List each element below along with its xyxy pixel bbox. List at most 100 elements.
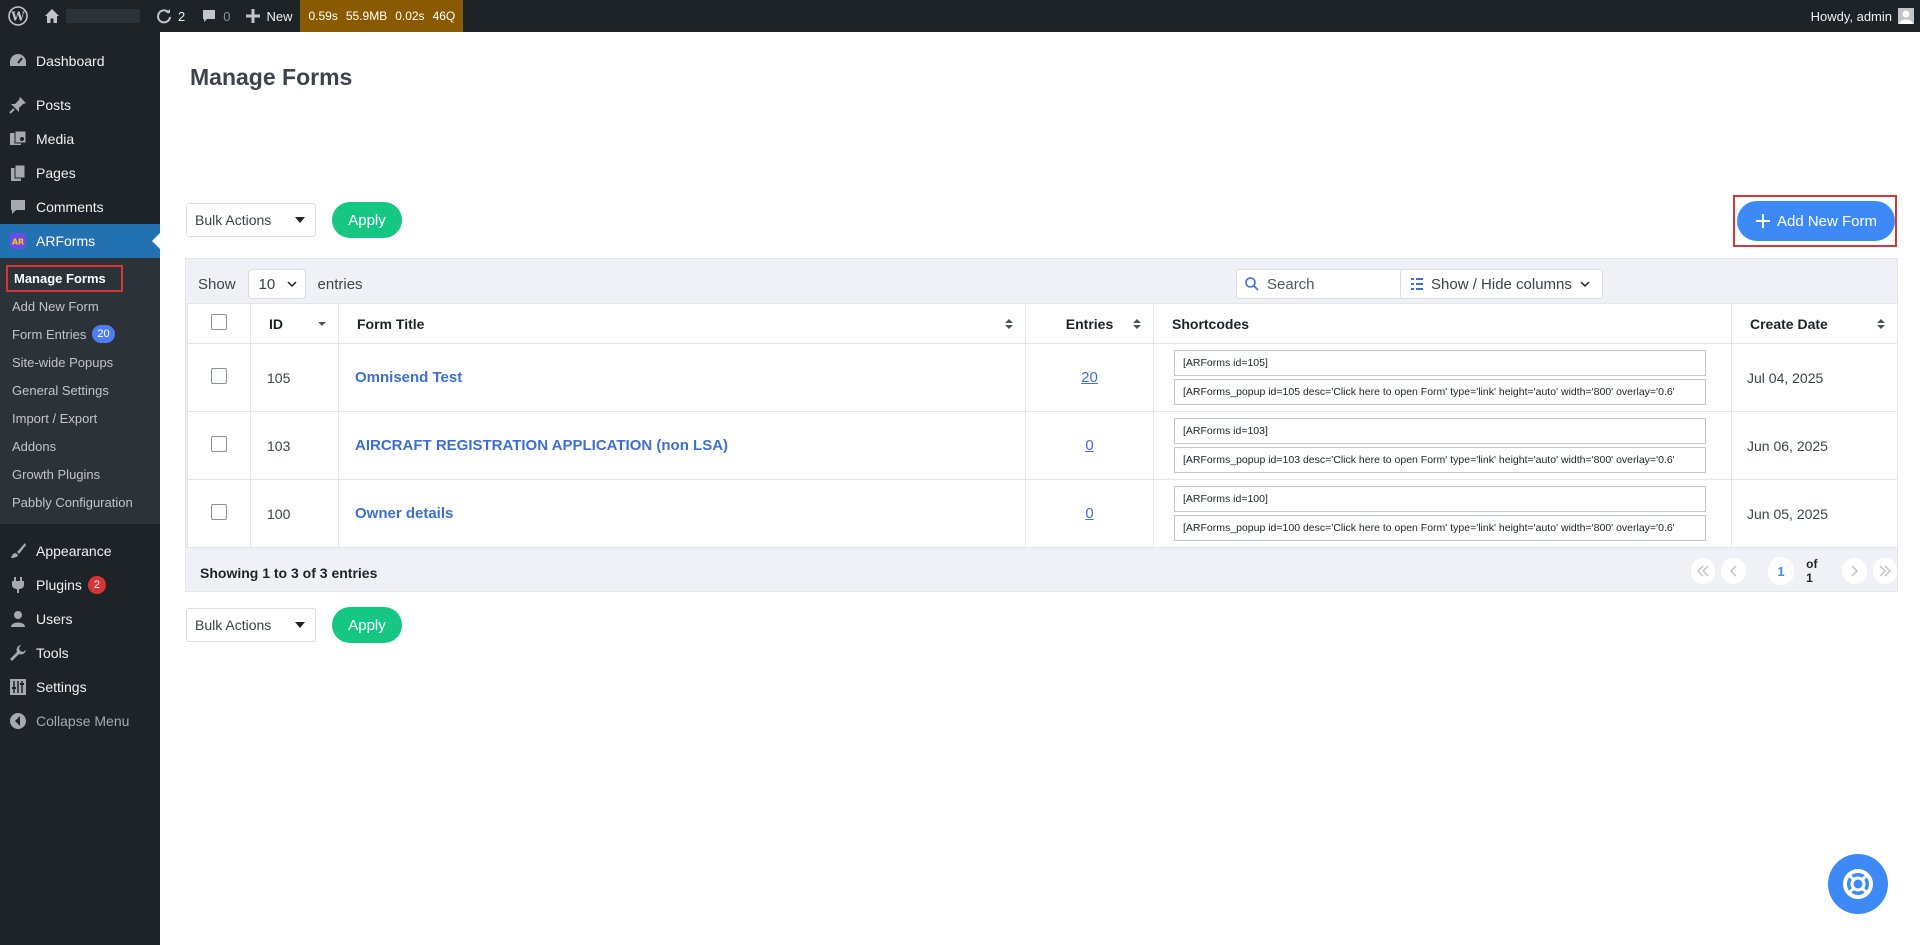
bulk-actions-label: Bulk Actions	[195, 617, 272, 633]
submenu-addons[interactable]: Addons	[0, 432, 160, 460]
submenu-general-settings-label: General Settings	[12, 382, 109, 398]
entries-count-link[interactable]: 0	[1085, 505, 1093, 522]
menu-appearance[interactable]: Appearance	[0, 534, 160, 568]
bulk-actions-select[interactable]: Bulk Actions	[186, 203, 316, 237]
pagination: 1 of 1	[1691, 557, 1898, 585]
menu-comments-label: Comments	[36, 199, 104, 215]
form-title-link[interactable]: Owner details	[355, 505, 453, 522]
media-icon	[8, 129, 28, 149]
updates-link[interactable]: 2	[148, 0, 193, 32]
row-checkbox[interactable]	[211, 368, 227, 384]
sort-icon	[1005, 318, 1013, 329]
collapse-menu-button[interactable]: Collapse Menu	[0, 704, 160, 738]
popup-shortcode-field[interactable]: [ARForms_popup id=103 desc='Click here t…	[1174, 447, 1706, 473]
submenu-import-export[interactable]: Import / Export	[0, 404, 160, 432]
previous-page-button[interactable]	[1721, 558, 1746, 584]
comments-link[interactable]: 0	[193, 0, 238, 32]
chevron-left-icon	[1729, 565, 1737, 577]
menu-media[interactable]: Media	[0, 122, 160, 156]
first-page-button[interactable]	[1691, 558, 1716, 584]
current-page-number[interactable]: 1	[1767, 557, 1795, 585]
shortcodes-column-header: Shortcodes	[1153, 303, 1732, 344]
wordpress-logo-icon[interactable]: W	[0, 0, 36, 32]
comment-bubble-icon	[201, 8, 217, 24]
admin-bar: W 2 0 New 0.59s 55.9MB 0.02s 46Q Howdy, …	[0, 0, 1920, 32]
new-content-link[interactable]: New	[238, 0, 300, 32]
submenu-growth-plugins[interactable]: Growth Plugins	[0, 460, 160, 488]
page-of-label: of 1	[1806, 557, 1818, 585]
show-hide-columns-button[interactable]: Show / Hide columns	[1400, 269, 1603, 299]
dashboard-icon	[8, 51, 28, 71]
menu-settings[interactable]: Settings	[0, 670, 160, 704]
my-account[interactable]: Howdy, admin	[1811, 8, 1920, 24]
entries-count-link[interactable]: 20	[1081, 369, 1098, 386]
site-home-link[interactable]	[36, 0, 148, 32]
table-row: 105 Omnisend Test 20 [ARForms id=105] [A…	[187, 343, 1898, 412]
table-info: Showing 1 to 3 of 3 entries	[200, 565, 378, 581]
add-new-form-button[interactable]: Add New Form	[1737, 201, 1895, 241]
last-page-button[interactable]	[1872, 558, 1898, 584]
chevron-right-icon	[1851, 565, 1859, 577]
row-checkbox-cell	[187, 479, 251, 548]
menu-comments[interactable]: Comments	[0, 190, 160, 224]
caret-down-icon	[295, 622, 305, 628]
entries-header-label: Entries	[1065, 315, 1114, 332]
submenu-pabbly[interactable]: Pabbly Configuration	[0, 488, 160, 516]
submenu-manage-forms[interactable]: Manage Forms	[0, 264, 160, 292]
row-checkbox[interactable]	[211, 504, 227, 520]
entries-count-link[interactable]: 0	[1085, 437, 1093, 454]
menu-tools[interactable]: Tools	[0, 636, 160, 670]
menu-users[interactable]: Users	[0, 602, 160, 636]
id-column-header[interactable]: ID	[250, 303, 339, 344]
entries-label: entries	[317, 275, 363, 293]
popup-shortcode-field[interactable]: [ARForms_popup id=105 desc='Click here t…	[1174, 379, 1706, 405]
help-button[interactable]	[1828, 854, 1888, 914]
row-shortcodes-cell: [ARForms id=100] [ARForms_popup id=100 d…	[1153, 479, 1732, 548]
double-chevron-right-icon	[1879, 565, 1891, 577]
form-title-link[interactable]: AIRCRAFT REGISTRATION APPLICATION (non L…	[355, 437, 728, 454]
row-entries-cell: 0	[1025, 411, 1154, 480]
popup-shortcode-field[interactable]: [ARForms_popup id=100 desc='Click here t…	[1174, 515, 1706, 541]
table-row: 100 Owner details 0 [ARForms id=100] [AR…	[187, 479, 1898, 548]
menu-pages[interactable]: Pages	[0, 156, 160, 190]
show-hide-columns-label: Show / Hide columns	[1431, 275, 1572, 293]
query-monitor-stats[interactable]: 0.59s 55.9MB 0.02s 46Q	[300, 0, 464, 32]
shortcode-field[interactable]: [ARForms id=105]	[1174, 350, 1706, 376]
avatar	[1898, 8, 1914, 24]
menu-pages-label: Pages	[36, 165, 76, 181]
bulk-actions-select[interactable]: Bulk Actions	[186, 608, 316, 642]
lifebuoy-icon	[1843, 869, 1873, 899]
collapse-arrow-icon	[8, 711, 28, 731]
forms-table: ID Form Title Entries Shortcodes Create …	[187, 303, 1898, 548]
create-date-column-header[interactable]: Create Date	[1731, 303, 1898, 344]
plus-icon	[1755, 214, 1770, 228]
menu-plugins[interactable]: Plugins 2	[0, 568, 160, 602]
submenu-site-wide-popups[interactable]: Site-wide Popups	[0, 348, 160, 376]
menu-dashboard[interactable]: Dashboard	[0, 44, 160, 78]
table-header-row: ID Form Title Entries Shortcodes Create …	[187, 303, 1898, 344]
submenu-general-settings[interactable]: General Settings	[0, 376, 160, 404]
home-icon	[44, 8, 60, 24]
form-title-link[interactable]: Omnisend Test	[355, 369, 462, 386]
plugins-count-badge: 2	[87, 576, 106, 594]
apply-button[interactable]: Apply	[332, 202, 402, 238]
form-title-column-header[interactable]: Form Title	[338, 303, 1026, 344]
search-input[interactable]: Search	[1236, 269, 1426, 299]
menu-media-label: Media	[36, 131, 75, 147]
submenu-add-new-form[interactable]: Add New Form	[0, 292, 160, 320]
row-checkbox[interactable]	[211, 436, 227, 452]
submenu-form-entries-label: Form Entries	[12, 326, 87, 342]
apply-button[interactable]: Apply	[332, 607, 402, 643]
menu-posts[interactable]: Posts	[0, 88, 160, 122]
submenu-form-entries[interactable]: Form Entries 20	[0, 320, 160, 348]
next-page-button[interactable]	[1842, 558, 1867, 584]
updates-icon	[156, 8, 172, 24]
entries-column-header[interactable]: Entries	[1025, 303, 1154, 344]
select-all-checkbox[interactable]	[211, 314, 227, 330]
shortcode-field[interactable]: [ARForms id=103]	[1174, 418, 1706, 444]
menu-arforms[interactable]: AR ARForms	[0, 224, 160, 258]
shortcode-field[interactable]: [ARForms id=100]	[1174, 486, 1706, 512]
submenu-site-wide-popups-label: Site-wide Popups	[12, 354, 114, 370]
entries-per-page-select[interactable]: 10	[247, 269, 306, 299]
search-icon	[1245, 277, 1259, 291]
